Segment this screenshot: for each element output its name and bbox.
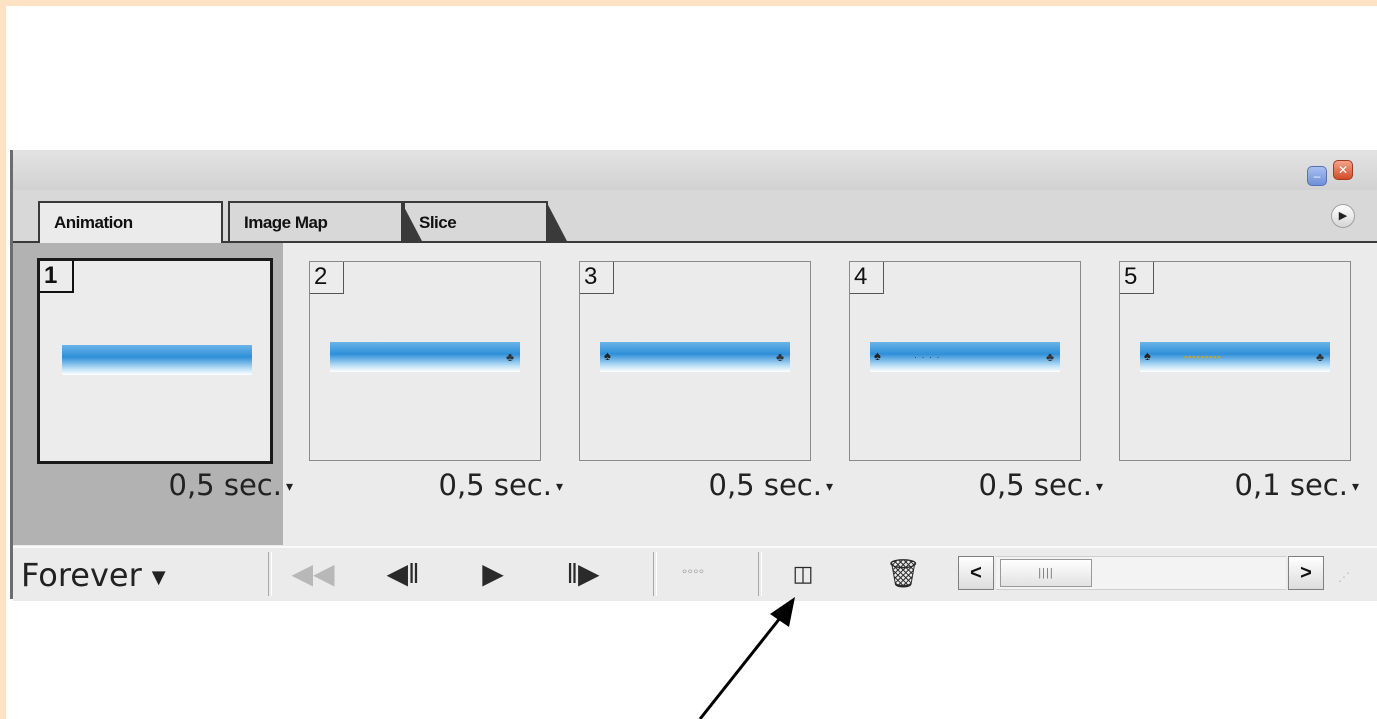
annotation-arrow bbox=[698, 597, 795, 719]
